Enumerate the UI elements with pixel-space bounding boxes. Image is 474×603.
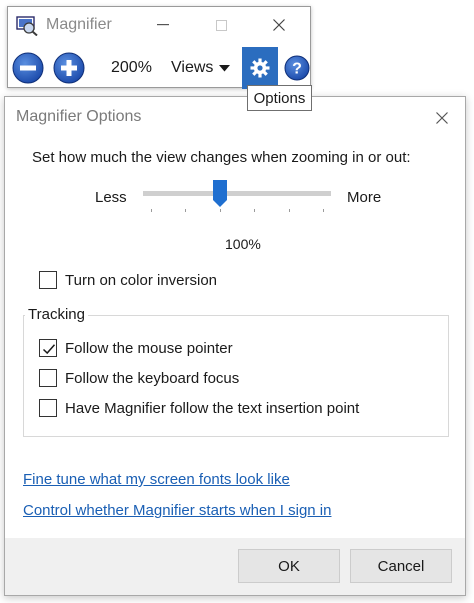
magnifier-app-icon — [16, 16, 38, 37]
slider-min-label: Less — [95, 189, 127, 206]
minimize-icon[interactable] — [148, 13, 178, 37]
magnifier-titlebar[interactable]: Magnifier — [8, 7, 310, 43]
magnifier-toolbar: 200% Views ? — [8, 47, 310, 89]
follow-keyboard-checkbox[interactable]: Follow the keyboard focus — [39, 368, 239, 388]
help-icon: ? — [284, 55, 310, 81]
slider-tick — [151, 209, 152, 212]
svg-text:?: ? — [292, 61, 302, 78]
color-inversion-checkbox[interactable]: Turn on color inversion — [39, 270, 217, 290]
magnifier-options-dialog: Magnifier Options Set how much the view … — [4, 96, 466, 596]
zoom-increment-prompt: Set how much the view changes when zoomi… — [32, 149, 411, 166]
checkbox-box[interactable] — [39, 399, 57, 417]
color-inversion-label: Turn on color inversion — [65, 271, 218, 289]
close-icon[interactable] — [264, 13, 294, 37]
magnifier-window: Magnifier 200% Views ? — [7, 6, 311, 89]
follow-text-insertion-label: Have Magnifier follow the text insertion… — [65, 399, 360, 417]
slider-tick — [185, 209, 187, 212]
zoom-increment-slider[interactable] — [143, 191, 331, 196]
slider-tick — [323, 209, 324, 212]
check-icon — [42, 344, 56, 355]
magnifier-title: Magnifier — [46, 16, 112, 33]
checkbox-box[interactable] — [39, 271, 57, 289]
slider-thumb[interactable] — [213, 180, 228, 208]
startup-settings-link[interactable]: Control whether Magnifier starts when I … — [23, 502, 331, 519]
fine-tune-fonts-link[interactable]: Fine tune what my screen fonts look like — [23, 471, 290, 488]
checkbox-box[interactable] — [39, 369, 57, 387]
views-button[interactable]: Views — [171, 55, 231, 81]
follow-mouse-checkbox[interactable]: Follow the mouse pointer — [39, 338, 233, 358]
slider-max-label: More — [347, 189, 382, 206]
slider-tick — [219, 209, 221, 212]
dialog-close-icon[interactable] — [431, 107, 453, 129]
slider-value: 100% — [225, 236, 261, 252]
options-button[interactable] — [242, 47, 278, 89]
tracking-group-label: Tracking — [25, 306, 88, 323]
slider-tick — [254, 209, 256, 212]
dialog-footer: OK Cancel — [5, 538, 465, 595]
zoom-out-icon — [12, 52, 44, 84]
chevron-down-icon — [219, 64, 231, 71]
follow-keyboard-label: Follow the keyboard focus — [65, 369, 240, 387]
maximize-icon[interactable] — [206, 13, 236, 37]
gear-icon — [250, 58, 270, 78]
follow-mouse-label: Follow the mouse pointer — [65, 339, 233, 357]
cancel-button[interactable]: Cancel — [350, 549, 452, 583]
help-button[interactable]: ? — [284, 55, 310, 81]
zoom-in-button[interactable] — [53, 52, 85, 84]
checkbox-box[interactable] — [39, 339, 57, 357]
views-label: Views — [171, 59, 214, 76]
zoom-level: 200% — [111, 59, 152, 76]
zoom-in-icon — [53, 52, 85, 84]
zoom-out-button[interactable] — [12, 52, 44, 84]
dialog-title: Magnifier Options — [16, 108, 142, 125]
follow-text-insertion-checkbox[interactable]: Have Magnifier follow the text insertion… — [39, 398, 359, 418]
options-tooltip: Options — [247, 85, 312, 111]
ok-button[interactable]: OK — [238, 549, 340, 583]
slider-tick — [288, 209, 290, 212]
